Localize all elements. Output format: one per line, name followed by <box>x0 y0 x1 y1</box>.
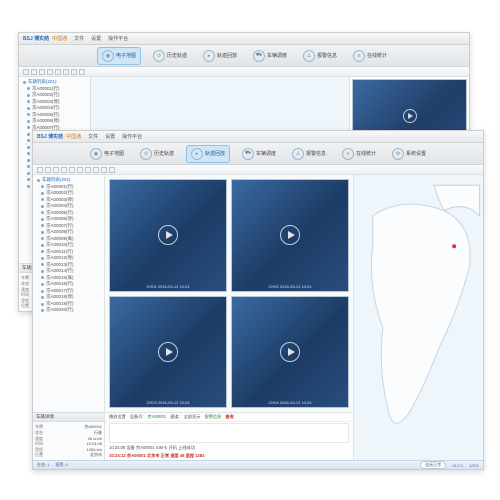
video-tile[interactable]: CH02 2016-03-12 10:24 <box>231 179 349 292</box>
tool-icon[interactable] <box>63 69 69 75</box>
menu-file[interactable]: 文件 <box>74 35 84 42</box>
menu-platform[interactable]: 操作平台 <box>122 133 142 140</box>
ribbon-video[interactable]: ▸轨迹回放 <box>199 48 241 64</box>
ribbon-video[interactable]: ▸轨迹回放 <box>186 145 230 163</box>
log-area[interactable] <box>109 423 349 443</box>
ribbon-monitor[interactable]: ◉电子地图 <box>97 47 141 65</box>
video-grid: CH01 2016-03-12 10:24 CH02 2016-03-12 10:… <box>105 175 353 412</box>
gear-icon: ⚙ <box>392 148 404 160</box>
window-front: BSJ 博实结 中国通 文件 设置 操作平台 ◉电子地图 ↺历史轨迹 ▸轨迹回放… <box>32 130 484 470</box>
video-info: CH04 2016-03-12 10:24 <box>232 400 348 405</box>
sidebar: 车辆列表(201)京A00001(行)京A00002(行)京A00003(停)京… <box>33 175 105 460</box>
tool-icon[interactable] <box>53 167 59 173</box>
tool-icon[interactable] <box>61 167 67 173</box>
tool-icon[interactable] <box>31 69 37 75</box>
bell-icon: ⚠ <box>303 50 315 62</box>
route-icon: ↺ <box>153 50 165 62</box>
chart-icon: ≡ <box>353 50 365 62</box>
bell-icon: ⚠ <box>292 148 304 160</box>
ribbon-dispatch[interactable]: ⛟车辆调度 <box>238 146 280 162</box>
ribbon-sys[interactable]: ⚙系统设置 <box>388 146 430 162</box>
tool-icon[interactable] <box>45 167 51 173</box>
log-line: 10:24:08 设备 京A00001 SIM卡 开机 上线成功 <box>109 445 195 451</box>
detail-row: 位置北京市 <box>35 452 102 458</box>
ribbon: ◉电子地图 ↺历史轨迹 ▸轨迹回放 ⛟车辆调度 ⚠报警信息 ≡在线统计 <box>19 45 469 67</box>
tool-icon[interactable] <box>109 167 115 173</box>
status-version: v3.2.1 <box>452 463 463 468</box>
statusbar: 在线: 1 报警: 0 连接正常 v3.2.1 1/201 <box>33 460 483 469</box>
ribbon-alarm[interactable]: ⚠报警信息 <box>299 48 341 64</box>
tool-icon[interactable] <box>69 167 75 173</box>
status-alarm: 报警: 0 <box>55 462 67 468</box>
ribbon-monitor[interactable]: ◉电子地图 <box>86 146 128 162</box>
brand: BSJ 博实结 <box>23 35 49 42</box>
opt-all[interactable]: 全部显示 <box>184 414 201 420</box>
titlebar[interactable]: BSJ 博实结 中国通 文件 设置 操作平台 <box>33 131 483 143</box>
menu-file[interactable]: 文件 <box>88 133 98 140</box>
play-icon <box>280 225 300 245</box>
play-icon <box>280 342 300 362</box>
globe-icon: ◉ <box>102 50 114 62</box>
route-icon: ↺ <box>140 148 152 160</box>
menu-setting[interactable]: 设置 <box>105 133 115 140</box>
ribbon-dispatch[interactable]: ⛟车辆调度 <box>249 48 291 64</box>
detail-header: 车辆详情 <box>33 412 104 422</box>
ribbon-alarm[interactable]: ⚠报警信息 <box>288 146 330 162</box>
titlebar[interactable]: BSJ 博实结 中国通 文件 设置 操作平台 <box>19 33 469 45</box>
brand-suffix: 中国通 <box>66 133 81 140</box>
world-map[interactable] <box>353 175 483 460</box>
tree-item[interactable]: 京A00020(行) <box>35 307 102 314</box>
play-icon: ▸ <box>191 148 203 160</box>
tool-icon[interactable] <box>37 167 43 173</box>
video-tile[interactable]: CH03 2016-03-12 10:24 <box>109 296 227 409</box>
tool-icon[interactable] <box>55 69 61 75</box>
tool-icon[interactable] <box>93 167 99 173</box>
ribbon: ◉电子地图 ↺历史轨迹 ▸轨迹回放 ⛟车辆调度 ⚠报警信息 ≡在线统计 ⚙系统设… <box>33 143 483 165</box>
toolbar <box>19 67 469 77</box>
ribbon-history[interactable]: ↺历史轨迹 <box>136 146 178 162</box>
video-tile[interactable]: CH01 2016-03-12 10:24 <box>109 179 227 292</box>
video-info: CH01 2016-03-12 10:24 <box>110 284 226 289</box>
tool-icon[interactable] <box>23 69 29 75</box>
status-count: 1/201 <box>469 463 479 468</box>
toolbar <box>33 165 483 175</box>
dev-label: 设备号: <box>130 414 144 420</box>
ribbon-stat[interactable]: ≡在线统计 <box>349 48 391 64</box>
ribbon-stat[interactable]: ≡在线统计 <box>338 146 380 162</box>
play-icon <box>158 342 178 362</box>
tool-icon[interactable] <box>39 69 45 75</box>
play-icon <box>158 225 178 245</box>
video-tile[interactable]: CH04 2016-03-12 10:24 <box>231 296 349 409</box>
status-online: 在线: 1 <box>37 462 49 468</box>
tool-icon[interactable] <box>79 69 85 75</box>
ch-label: 通道: <box>170 414 180 420</box>
dev-value[interactable]: 京A00001 <box>148 414 167 420</box>
brand: BSJ 博实结 <box>37 133 63 140</box>
menu-setting[interactable]: 设置 <box>91 35 101 42</box>
tool-icon[interactable] <box>77 167 83 173</box>
truck-icon: ⛟ <box>253 50 265 62</box>
brand-suffix: 中国通 <box>52 35 67 42</box>
opt-alarm[interactable]: 报警信息 <box>204 414 221 420</box>
chart-icon: ≡ <box>342 148 354 160</box>
tool-icon[interactable] <box>47 69 53 75</box>
log-line-alert: 10:24:12 京A00001 北京市 正常 速度 46 里程 1284 <box>109 453 204 459</box>
tool-icon[interactable] <box>71 69 77 75</box>
tool-icon[interactable] <box>101 167 107 173</box>
bottom-panel: 播放设置 设备号: 京A00001 通道: 全部显示 报警信息 查询 10:24… <box>105 412 353 460</box>
detail-table: 车牌京A00001状态行驶速度46 km/h时间10:24:08里程1284 k… <box>33 422 104 460</box>
truck-icon: ⛟ <box>242 148 254 160</box>
globe-icon: ◉ <box>90 148 102 160</box>
tool-icon[interactable] <box>85 167 91 173</box>
status-conn: 连接正常 <box>420 461 446 469</box>
video-info: CH02 2016-03-12 10:24 <box>232 284 348 289</box>
vehicle-tree[interactable]: 车辆列表(201)京A00001(行)京A00002(行)京A00003(停)京… <box>33 175 104 412</box>
video-info: CH03 2016-03-12 10:24 <box>110 400 226 405</box>
ribbon-history[interactable]: ↺历史轨迹 <box>149 48 191 64</box>
menu-platform[interactable]: 操作平台 <box>108 35 128 42</box>
play-icon: ▸ <box>203 50 215 62</box>
play-icon <box>403 109 417 123</box>
filter-header: 播放设置 <box>109 414 126 420</box>
query-button[interactable]: 查询 <box>225 414 233 420</box>
